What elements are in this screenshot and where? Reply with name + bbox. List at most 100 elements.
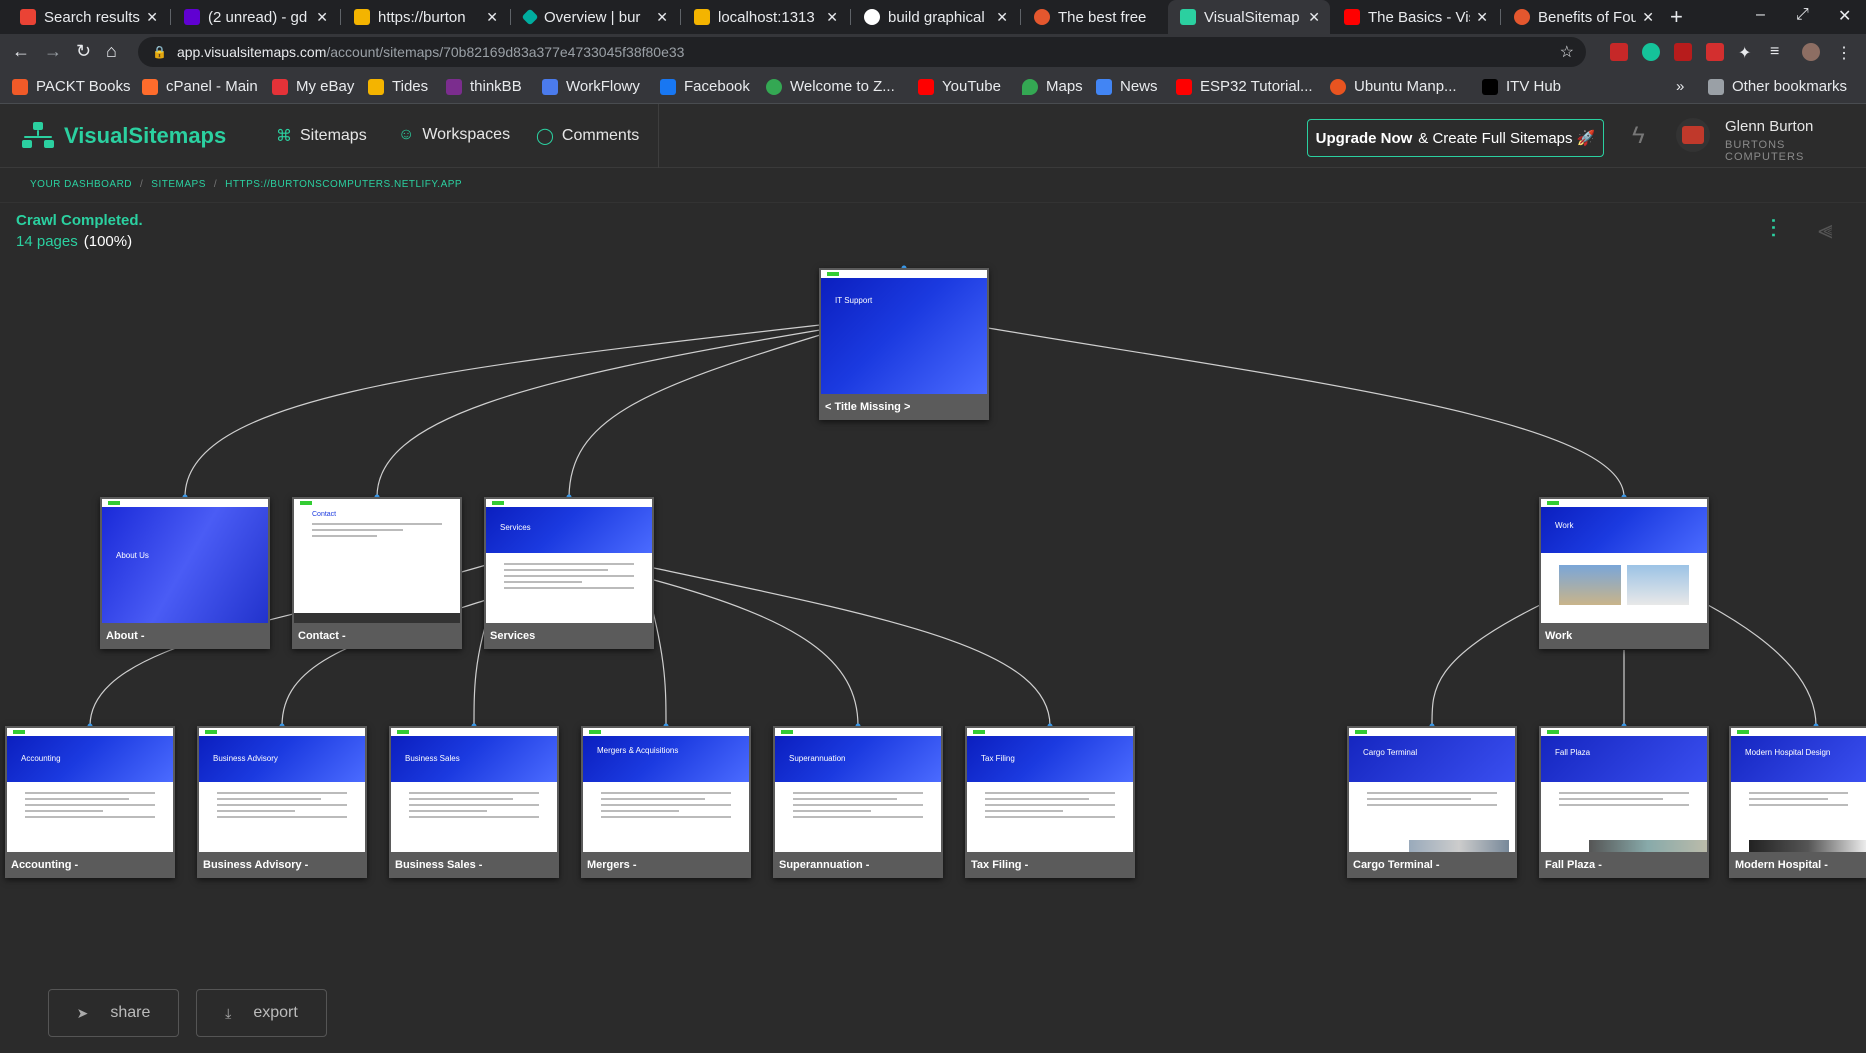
bookmark-item[interactable]: WorkFlowy xyxy=(542,78,640,95)
sitemap-node-cargo-terminal[interactable]: Cargo Terminal Cargo Terminal - xyxy=(1347,726,1517,878)
page-thumbnail: Cargo Terminal xyxy=(1349,728,1515,852)
browser-tab[interactable]: https://burton ✕ xyxy=(342,0,508,34)
bookmark-star-icon[interactable]: ☆ xyxy=(1560,42,1574,62)
forward-icon[interactable]: → xyxy=(44,41,62,62)
nav-divider xyxy=(658,104,659,168)
breadcrumb-sitemaps[interactable]: SITEMAPS xyxy=(151,179,206,190)
minimize-icon[interactable]: – xyxy=(1756,6,1765,24)
browser-tab[interactable]: localhost:1313 ✕ xyxy=(682,0,848,34)
nav-workspaces[interactable]: ☺ Workspaces xyxy=(398,126,510,144)
browser-tab[interactable]: Overview | bur ✕ xyxy=(512,0,678,34)
menu-icon[interactable]: ⋮ xyxy=(1836,43,1854,62)
bookmark-item[interactable]: ESP32 Tutorial... xyxy=(1176,78,1313,95)
bookmark-item[interactable]: Ubuntu Manp... xyxy=(1330,78,1457,95)
close-tab-icon[interactable]: ✕ xyxy=(1642,9,1654,26)
breadcrumb-site[interactable]: HTTPS://BURTONSCOMPUTERS.NETLIFY.APP xyxy=(225,179,462,190)
page-thumbnail: Business Sales xyxy=(391,728,557,852)
bookmark-item[interactable]: thinkBB xyxy=(446,78,522,95)
browser-tab[interactable]: Search results ✕ xyxy=(8,0,168,34)
site-icon xyxy=(1514,9,1530,25)
page-thumbnail: Business Advisory xyxy=(199,728,365,852)
back-icon[interactable]: ← xyxy=(12,41,30,62)
sitemap-node-tax-filing[interactable]: Tax Filing Tax Filing - xyxy=(965,726,1135,878)
lightning-icon[interactable]: ϟ xyxy=(1632,122,1645,150)
bookmark-item[interactable]: cPanel - Main xyxy=(142,78,258,95)
browser-tab[interactable]: build graphical ✕ xyxy=(852,0,1018,34)
reload-icon[interactable]: ↻ xyxy=(76,41,91,62)
upgrade-button[interactable]: Upgrade Now & Create Full Sitemaps 🚀 xyxy=(1307,119,1604,157)
bookmark-item[interactable]: YouTube xyxy=(918,78,1001,95)
reading-list-icon[interactable]: ≡ xyxy=(1770,43,1788,61)
user-avatar[interactable] xyxy=(1676,118,1710,152)
bookmark-item[interactable]: Tides xyxy=(368,78,428,95)
connector-line xyxy=(1431,604,1541,727)
extension-icon[interactable] xyxy=(1610,43,1628,61)
sitemap-node-fall-plaza[interactable]: Fall Plaza Fall Plaza - xyxy=(1539,726,1709,878)
grammarly-icon[interactable] xyxy=(1642,43,1660,61)
users-icon: ☺ xyxy=(398,126,415,143)
sitemap-node-work[interactable]: Work Work xyxy=(1539,497,1709,649)
close-tab-icon[interactable]: ✕ xyxy=(316,9,328,26)
new-tab-icon[interactable]: + xyxy=(1670,4,1683,30)
sitemap-node-accounting[interactable]: Accounting Accounting - xyxy=(5,726,175,878)
node-label: Business Sales - xyxy=(389,852,559,878)
lock-icon: 🔒 xyxy=(152,45,167,59)
bookmark-item[interactable]: PACKT Books xyxy=(12,78,130,95)
nav-sitemaps[interactable]: ⌘ Sitemaps xyxy=(276,126,367,146)
profile-avatar[interactable] xyxy=(1802,43,1820,61)
bookmark-icon xyxy=(1330,78,1346,95)
close-window-icon[interactable]: ✕ xyxy=(1838,6,1851,26)
ublock-icon[interactable] xyxy=(1674,43,1692,61)
sitemap-node-superannuation[interactable]: Superannuation Superannuation - xyxy=(773,726,943,878)
node-label: Contact - xyxy=(292,623,462,649)
divider xyxy=(0,202,1866,203)
close-tab-icon[interactable]: ✕ xyxy=(146,9,158,26)
bookmark-item[interactable]: News xyxy=(1096,78,1158,95)
sitemap-logo-icon xyxy=(22,122,54,150)
bookmark-item[interactable]: Facebook xyxy=(660,78,750,95)
sitemap-node-about[interactable]: About Us About - xyxy=(100,497,270,649)
breadcrumb-dashboard[interactable]: YOUR DASHBOARD xyxy=(30,179,132,190)
tree-view-icon[interactable]: ⫶ xyxy=(1770,214,1777,246)
extension-icon[interactable] xyxy=(1706,43,1724,61)
page-count: 14 pages (100%) xyxy=(16,233,133,250)
app-logo[interactable]: VisualSitemaps xyxy=(22,122,226,150)
bookmark-item[interactable]: My eBay xyxy=(272,78,354,95)
other-bookmarks[interactable]: Other bookmarks xyxy=(1708,78,1847,95)
puzzle-icon[interactable]: ✦ xyxy=(1738,43,1756,62)
browser-tab[interactable]: The best free✕ xyxy=(1022,0,1188,34)
close-tab-icon[interactable]: ✕ xyxy=(826,9,838,26)
share-button[interactable]: ➤ share xyxy=(48,989,179,1037)
browser-tab[interactable]: Benefits of Fou ✕ xyxy=(1502,0,1664,34)
sitemap-node-contact[interactable]: Contact Contact - xyxy=(292,497,462,649)
sitemap-node-business-advisory[interactable]: Business Advisory Business Advisory - xyxy=(197,726,367,878)
close-tab-icon[interactable]: ✕ xyxy=(996,9,1008,26)
sitemap-node-mergers[interactable]: Mergers & Acquisitions Mergers - xyxy=(581,726,751,878)
close-tab-icon[interactable]: ✕ xyxy=(656,9,668,26)
sitemap-icon: ⌘ xyxy=(276,128,292,145)
folder-icon xyxy=(1708,78,1724,95)
list-view-icon[interactable]: ⫷ xyxy=(1818,214,1833,246)
bookmark-item[interactable]: Welcome to Z... xyxy=(766,78,895,95)
sitemap-node-services[interactable]: Services Services xyxy=(484,497,654,649)
browser-tab[interactable]: The Basics - Vis ✕ xyxy=(1332,0,1498,34)
browser-tab[interactable]: (2 unread) - gd ✕ xyxy=(172,0,338,34)
gmail-icon xyxy=(20,9,36,25)
sitemap-node-modern-hospital[interactable]: Modern Hospital Design Modern Hospital - xyxy=(1729,726,1866,878)
user-name[interactable]: Glenn Burton xyxy=(1725,118,1813,135)
browser-tab-active[interactable]: VisualSitemap ✕ xyxy=(1168,0,1330,34)
maximize-icon[interactable]: ⤢ xyxy=(1796,6,1809,24)
close-tab-icon[interactable]: ✕ xyxy=(486,9,498,26)
sitemap-node-business-sales[interactable]: Business Sales Business Sales - xyxy=(389,726,559,878)
more-bookmarks-icon[interactable]: » xyxy=(1676,78,1684,95)
crawl-status: Crawl Completed. xyxy=(16,212,143,229)
bookmark-item[interactable]: ITV Hub xyxy=(1482,78,1561,95)
close-tab-icon[interactable]: ✕ xyxy=(1476,9,1488,26)
close-tab-icon[interactable]: ✕ xyxy=(1308,9,1320,26)
sitemap-node-root[interactable]: IT Support < Title Missing > xyxy=(819,268,989,420)
nav-comments[interactable]: ◯ Comments xyxy=(536,126,639,146)
export-button[interactable]: ⤓ export xyxy=(196,989,327,1037)
address-bar[interactable]: 🔒 app.visualsitemaps.com/account/sitemap… xyxy=(138,37,1586,67)
bookmark-item[interactable]: Maps xyxy=(1022,78,1083,95)
home-icon[interactable]: ⌂ xyxy=(106,41,117,62)
